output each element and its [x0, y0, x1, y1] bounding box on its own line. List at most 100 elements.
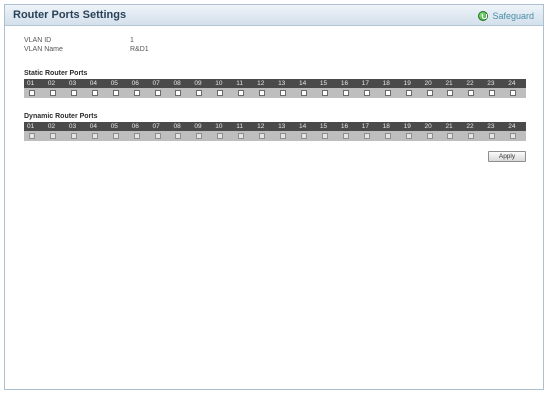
port-checkbox [154, 133, 161, 139]
port-checkbox[interactable] [342, 90, 349, 96]
port-number: 13 [278, 123, 286, 130]
port-checkbox-cell [129, 131, 150, 141]
port-checkbox[interactable] [29, 90, 35, 96]
port-checkbox-cell [87, 88, 108, 98]
port-checkbox-cell [24, 131, 45, 141]
port-checkbox-cell [338, 131, 359, 141]
port-number: 23 [487, 123, 495, 130]
port-number: 04 [89, 80, 97, 87]
port-checkbox [196, 133, 203, 139]
port-number: 17 [361, 80, 369, 87]
port-checkbox [175, 133, 182, 139]
port-checkbox[interactable] [70, 90, 77, 96]
port-checkbox-cell [254, 88, 275, 98]
port-checkbox[interactable] [217, 90, 224, 96]
safeguard-label: Safeguard [492, 10, 534, 21]
port-checkbox[interactable] [49, 90, 56, 96]
port-checkbox[interactable] [196, 90, 203, 96]
main-panel: Router Ports Settings Safeguard [4, 4, 544, 390]
port-checkbox[interactable] [112, 90, 119, 96]
port-checkbox [238, 133, 245, 139]
port-number: 11 [236, 80, 243, 87]
port-checkbox[interactable] [426, 90, 433, 96]
port-number: 12 [257, 80, 265, 87]
port-checkbox-cell [170, 131, 191, 141]
port-checkbox[interactable] [489, 90, 496, 96]
port-checkbox[interactable] [154, 90, 161, 96]
port-checkbox-cell [484, 131, 505, 141]
port-checkbox-cell [317, 88, 338, 98]
port-number: 03 [68, 123, 77, 130]
port-checkbox[interactable] [133, 90, 140, 96]
port-checkbox[interactable] [384, 90, 391, 96]
port-checkbox-cell [108, 131, 129, 141]
port-checkbox-cell [212, 88, 233, 98]
port-number: 19 [403, 123, 411, 130]
port-checkbox[interactable] [363, 90, 370, 96]
page-title: Router Ports Settings [13, 9, 127, 21]
port-checkbox [489, 133, 496, 139]
port-checkbox [217, 133, 224, 139]
port-checkbox-cell [275, 131, 296, 141]
static-router-ports-title: Static Router Ports [24, 70, 88, 77]
port-number: 01 [27, 80, 35, 87]
port-checkbox[interactable] [468, 90, 475, 96]
vlan-id-value: 1 [130, 37, 134, 44]
static-ports-checkboxes [24, 88, 526, 98]
port-checkbox-cell [129, 88, 150, 98]
port-checkbox[interactable] [300, 90, 307, 96]
port-checkbox[interactable] [510, 90, 517, 96]
port-checkbox-cell [87, 131, 108, 141]
port-number: 02 [47, 80, 56, 87]
port-checkbox [29, 133, 35, 139]
port-checkbox [405, 133, 412, 139]
port-checkbox [384, 133, 391, 139]
port-checkbox[interactable] [405, 90, 412, 96]
port-checkbox [321, 133, 328, 139]
port-checkbox-cell [380, 88, 401, 98]
port-checkbox [259, 133, 266, 139]
port-checkbox-cell [463, 131, 484, 141]
port-checkbox [447, 133, 454, 139]
port-checkbox-cell [296, 88, 317, 98]
port-checkbox [70, 133, 77, 139]
apply-button[interactable]: Apply [488, 151, 526, 162]
port-checkbox-cell [359, 88, 380, 98]
port-checkbox-cell [442, 131, 463, 141]
port-checkbox [468, 133, 475, 139]
port-checkbox-cell [296, 131, 317, 141]
port-checkbox[interactable] [175, 90, 182, 96]
port-checkbox [363, 133, 370, 139]
port-checkbox[interactable] [280, 90, 287, 96]
vlan-id-label: VLAN ID [24, 37, 52, 44]
dynamic-ports-header: 01 02 03 04 05 06 07 08 09 10 11 12 13 14 15 16 17 18 19 20… [24, 122, 526, 131]
port-checkbox-cell [422, 131, 443, 141]
safeguard-link[interactable]: Safeguard [478, 9, 534, 22]
port-checkbox-cell [150, 131, 171, 141]
port-number: 07 [152, 80, 160, 87]
port-number: 22 [466, 80, 474, 87]
port-checkbox-cell [505, 88, 526, 98]
port-number: 10 [215, 80, 223, 87]
port-checkbox[interactable] [259, 90, 266, 96]
port-number: 18 [382, 123, 390, 130]
vlan-name-row: VLAN Name R&D1 [24, 46, 149, 53]
port-number: 18 [382, 80, 390, 87]
port-checkbox-cell [66, 131, 87, 141]
port-checkbox[interactable] [447, 90, 454, 96]
port-checkbox-cell [359, 131, 380, 141]
port-checkbox[interactable] [91, 90, 98, 96]
port-checkbox-cell [275, 88, 296, 98]
vlan-id-row: VLAN ID 1 [24, 37, 134, 44]
port-checkbox [112, 133, 119, 139]
port-checkbox[interactable] [321, 90, 328, 96]
port-checkbox [280, 133, 287, 139]
port-checkbox-cell [338, 88, 359, 98]
port-number: 14 [298, 123, 307, 130]
port-number: 05 [110, 80, 118, 87]
port-checkbox[interactable] [238, 90, 245, 96]
port-number: 24 [508, 123, 516, 130]
port-checkbox-cell [24, 88, 45, 98]
port-number: 23 [487, 80, 495, 87]
port-number: 13 [278, 80, 286, 87]
